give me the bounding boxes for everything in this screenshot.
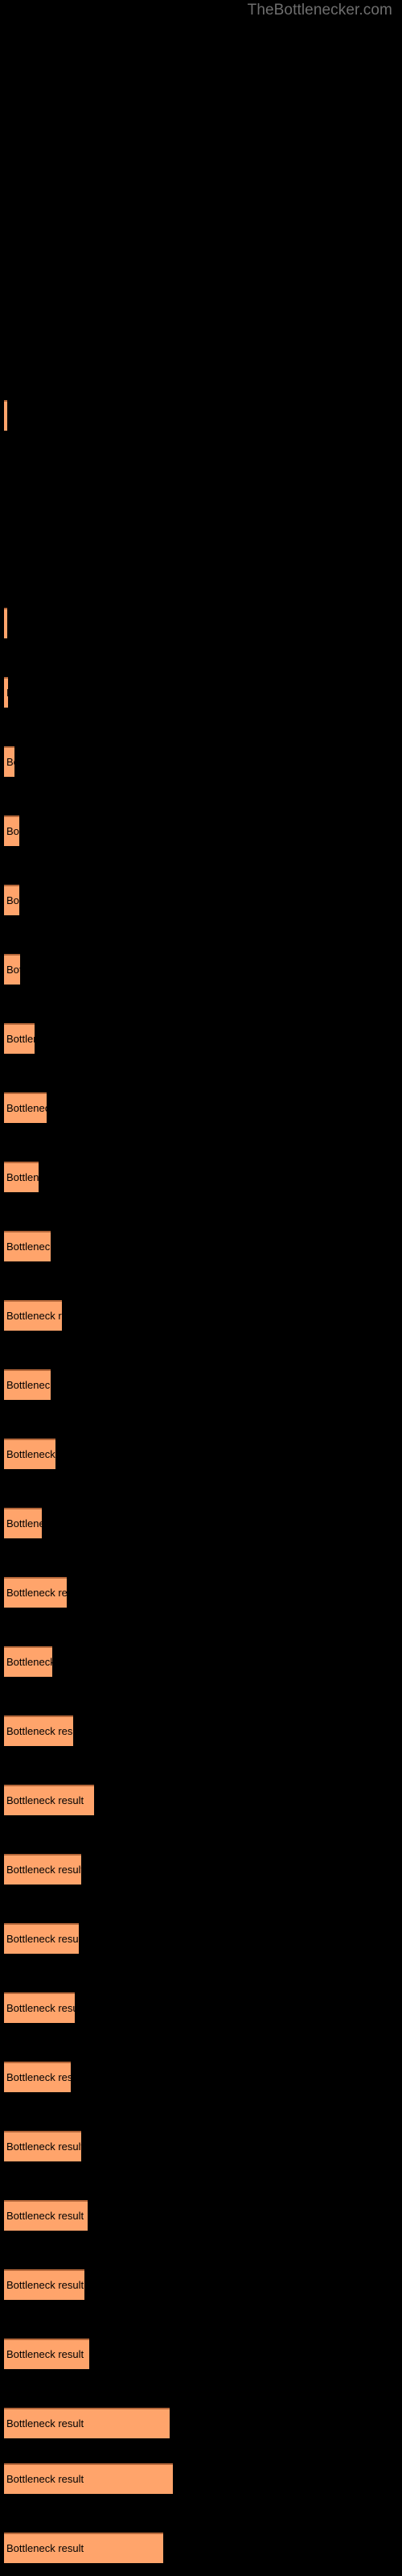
- bar[interactable]: Bottleneck result: [4, 2131, 81, 2161]
- bar[interactable]: Bottleneck result: [4, 677, 8, 708]
- bar[interactable]: Bottleneck result: [4, 954, 20, 985]
- bar-label: Bottleneck result: [6, 411, 7, 422]
- bar[interactable]: Bottleneck result: [4, 815, 19, 846]
- bar-label: Bottleneck result: [6, 964, 20, 976]
- bar-label: Bottleneck result: [6, 1517, 42, 1530]
- bar[interactable]: Bottleneck result: [4, 2408, 170, 2438]
- bar-label: Bottleneck result: [6, 1656, 52, 1668]
- bar[interactable]: Bottleneck result: [4, 1785, 94, 1815]
- bar[interactable]: Bottleneck result: [4, 608, 7, 638]
- bar-label: Bottleneck result: [6, 2210, 84, 2222]
- bar-label: Bottleneck result: [6, 1171, 39, 1183]
- bar-label: Bottleneck result: [6, 756, 14, 768]
- bar[interactable]: Bottleneck result: [4, 1023, 35, 1054]
- bar[interactable]: Bottleneck result: [4, 2062, 71, 2092]
- bar-label: Bottleneck result: [6, 2473, 84, 2485]
- bar[interactable]: Bottleneck result: [4, 1231, 51, 1261]
- bar-label: Bottleneck result: [6, 1310, 62, 1322]
- bar-chart-plot-area: Bottleneck result Bottleneck result Bottle…: [0, 0, 402, 2576]
- bar[interactable]: Bottleneck result: [4, 1992, 75, 2023]
- bar-label: Bottleneck result: [6, 2542, 84, 2554]
- bar[interactable]: Bottleneck result: [4, 1300, 62, 1331]
- bar-label: Bottleneck result: [6, 1102, 47, 1114]
- bar-label: Bottleneck result: [6, 2417, 84, 2429]
- bar-label: Bottleneck result: [6, 1587, 67, 1599]
- chart-page: TheBottlenecker.com Bottleneck resultBot…: [0, 0, 402, 2576]
- bar[interactable]: Bottleneck result: [4, 746, 14, 777]
- bar[interactable]: Bottleneck result: [4, 1854, 81, 1885]
- bar[interactable]: Bottleneck result: [4, 1923, 79, 1954]
- bar[interactable]: Bottleneck result: [4, 1439, 55, 1469]
- bar[interactable]: Bottleneck result: [4, 400, 7, 431]
- bar-label: Bottleneck result: [6, 618, 7, 630]
- bar[interactable]: Bottleneck result: [4, 2463, 173, 2494]
- bar[interactable]: Bottleneck result: [4, 1715, 73, 1746]
- bar[interactable]: Bottleneck result: [4, 2533, 163, 2563]
- bar-label: Bottleneck result: [6, 1379, 51, 1391]
- bar-label: Bottleneck result: [6, 1864, 81, 1876]
- bar[interactable]: Bottleneck result: [4, 1162, 39, 1192]
- bar-label: Bottleneck result: [6, 687, 8, 699]
- bar[interactable]: Bottleneck result: [4, 1092, 47, 1123]
- bar-label: Bottleneck result: [6, 2002, 75, 2014]
- bar[interactable]: Bottleneck result: [4, 885, 19, 915]
- bar[interactable]: Bottleneck result: [4, 1369, 51, 1400]
- bar[interactable]: Bottleneck result: [4, 1646, 52, 1677]
- bar-label: Bottleneck result: [6, 1933, 79, 1945]
- bar-label: Bottleneck result: [6, 894, 19, 906]
- bar-label: Bottleneck result: [6, 2279, 84, 2291]
- bar-label: Bottleneck result: [6, 1448, 55, 1460]
- bar[interactable]: Bottleneck result: [4, 2269, 84, 2300]
- bar-label: Bottleneck result: [6, 1033, 35, 1045]
- bar-label: Bottleneck result: [6, 1794, 84, 1806]
- bar[interactable]: Bottleneck result: [4, 2200, 88, 2231]
- bar[interactable]: Bottleneck result: [4, 1577, 67, 1608]
- bar-label: Bottleneck result: [6, 1241, 51, 1253]
- bar-label: Bottleneck result: [6, 2348, 84, 2360]
- bar-label: Bottleneck result: [6, 2071, 71, 2083]
- bar-label: Bottleneck result: [6, 825, 19, 837]
- bar-label: Bottleneck result: [6, 2140, 81, 2153]
- bar-label: Bottleneck result: [6, 1725, 73, 1737]
- bar[interactable]: Bottleneck result: [4, 1508, 42, 1538]
- bar[interactable]: Bottleneck result: [4, 2339, 89, 2369]
